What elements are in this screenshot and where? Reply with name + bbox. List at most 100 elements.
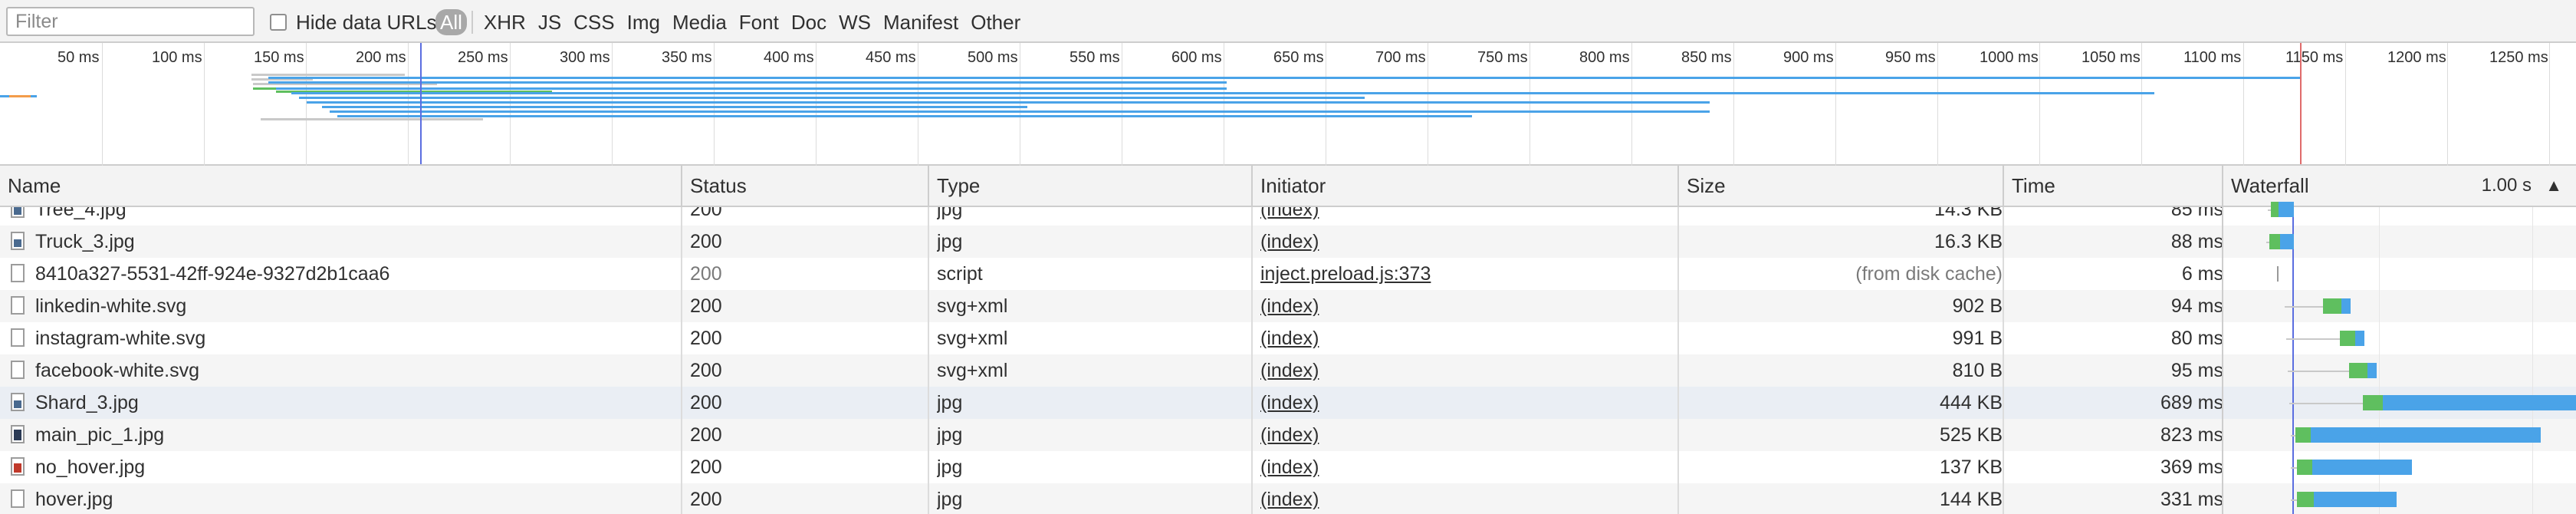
request-name-text: no_hover.jpg — [35, 456, 146, 478]
request-initiator-text[interactable]: (index) — [1260, 424, 1319, 446]
request-type: svg+xml — [937, 322, 1259, 354]
waterfall-timing-bar — [2271, 202, 2279, 217]
request-initiator[interactable]: inject.preload.js:373 — [1260, 258, 1685, 290]
table-row[interactable]: Truck_3.jpg 200 jpg (index) 16.3 KB 88 ms — [0, 226, 2576, 258]
overview-request-bar — [268, 81, 1227, 84]
request-initiator-text[interactable]: (index) — [1260, 207, 1319, 220]
overview-gridline — [612, 43, 613, 166]
column-header-size[interactable]: Size — [1679, 166, 2004, 206]
request-size-text: 137 KB — [1939, 456, 2003, 478]
type-filter-font[interactable]: Font — [733, 9, 785, 35]
column-header-initiator[interactable]: Initiator — [1253, 166, 1679, 206]
file-icon — [11, 264, 25, 282]
request-initiator-text[interactable]: (index) — [1260, 360, 1319, 381]
waterfall-timing-bar — [2269, 234, 2280, 249]
request-initiator-text[interactable]: (index) — [1260, 489, 1319, 510]
request-time-text: 369 ms — [2160, 456, 2223, 478]
request-initiator[interactable]: (index) — [1260, 322, 1685, 354]
overview-gridline — [2039, 43, 2040, 166]
request-status: 200 — [690, 226, 935, 258]
request-initiator[interactable]: (index) — [1260, 354, 1685, 387]
request-initiator[interactable]: (index) — [1260, 419, 1685, 451]
type-filter-xhr[interactable]: XHR — [478, 9, 532, 35]
request-initiator[interactable]: (index) — [1260, 387, 1685, 419]
overview-event-marker — [2300, 43, 2302, 164]
request-initiator[interactable]: (index) — [1260, 226, 1685, 258]
request-initiator[interactable]: (index) — [1260, 207, 1685, 226]
request-initiator[interactable]: (index) — [1260, 290, 1685, 322]
request-type-text: jpg — [937, 424, 963, 446]
request-size: 991 B — [1687, 322, 2010, 354]
overview-tick-label: 700 ms — [1375, 49, 1426, 66]
file-icon — [11, 361, 25, 379]
type-filter-other[interactable]: Other — [964, 9, 1027, 35]
table-row[interactable]: instagram-white.svg 200 svg+xml (index) 991 … — [0, 322, 2576, 354]
request-type: svg+xml — [937, 354, 1259, 387]
waterfall-timing-bar — [2311, 427, 2541, 443]
overview-tick-label: 950 ms — [1885, 49, 1936, 66]
request-time: 94 ms — [2012, 290, 2231, 322]
request-type-text: svg+xml — [937, 328, 1008, 349]
waterfall-timing-bar — [2280, 234, 2294, 249]
request-initiator[interactable]: (index) — [1260, 451, 1685, 483]
type-filter-img[interactable]: Img — [621, 9, 666, 35]
request-initiator-text[interactable]: (index) — [1260, 392, 1319, 414]
column-header-time[interactable]: Time — [2004, 166, 2223, 206]
request-initiator-text[interactable]: (index) — [1260, 231, 1319, 252]
table-row[interactable]: linkedin-white.svg 200 svg+xml (index) 902 B… — [0, 290, 2576, 322]
type-filter-all[interactable]: All — [435, 9, 467, 35]
filter-input[interactable] — [6, 7, 255, 36]
image-thumbnail-icon — [11, 393, 25, 411]
image-thumbnail-icon — [11, 457, 25, 476]
request-type: jpg — [937, 419, 1259, 451]
table-row[interactable]: main_pic_1.jpg 200 jpg (index) 525 KB 823 ms — [0, 419, 2576, 451]
type-filter-css[interactable]: CSS — [567, 9, 620, 35]
request-size: 14.3 KB — [1687, 207, 2010, 226]
network-overview-timeline[interactable]: 50 ms 100 ms 150 ms 200 ms 250 ms 300 ms 350 m… — [0, 43, 2576, 166]
request-initiator-text[interactable]: (index) — [1260, 456, 1319, 478]
type-filter-manifest[interactable]: Manifest — [877, 9, 964, 35]
request-size: 525 KB — [1687, 419, 2010, 451]
request-status-text: 200 — [690, 295, 722, 317]
waterfall-timing-bar — [2341, 298, 2351, 314]
column-header-type[interactable]: Type — [929, 166, 1253, 206]
request-type-text: jpg — [937, 489, 963, 510]
image-thumbnail-icon — [11, 207, 25, 218]
column-divider — [928, 207, 929, 514]
table-row[interactable]: Shard_3.jpg 200 jpg (index) 444 KB 689 ms — [0, 387, 2576, 419]
table-row[interactable]: Tree_4.jpg 200 jpg (index) 14.3 KB 85 ms — [0, 207, 2576, 226]
request-time-text: 95 ms — [2170, 360, 2223, 381]
table-row[interactable]: hover.jpg 200 jpg (index) 144 KB 331 ms — [0, 483, 2576, 514]
column-header-name[interactable]: Name — [0, 166, 682, 206]
waterfall-timing-bar — [2363, 395, 2383, 410]
table-row[interactable]: no_hover.jpg 200 jpg (index) 137 KB 369 ms — [0, 451, 2576, 483]
overview-request-bar — [307, 101, 1710, 104]
request-initiator-text[interactable]: (index) — [1260, 328, 1319, 349]
request-time: 823 ms — [2012, 419, 2231, 451]
request-initiator[interactable]: (index) — [1260, 483, 1685, 514]
table-row[interactable]: facebook-white.svg 200 svg+xml (index) 810 B… — [0, 354, 2576, 387]
request-size: 444 KB — [1687, 387, 2010, 419]
request-type-text: jpg — [937, 392, 963, 414]
column-header-status[interactable]: Status — [682, 166, 929, 206]
overview-tick-label: 1000 ms — [1980, 49, 2039, 66]
overview-gridline — [510, 43, 511, 166]
request-type: svg+xml — [937, 290, 1259, 322]
overview-event-marker — [420, 43, 422, 164]
hide-data-urls-toggle[interactable]: Hide data URLs — [270, 11, 437, 34]
overview-gridline — [2447, 43, 2448, 166]
type-filter-js[interactable]: JS — [532, 9, 567, 35]
request-initiator-text[interactable]: (index) — [1260, 295, 1319, 317]
request-type: jpg — [937, 483, 1259, 514]
request-status-text: 200 — [690, 489, 722, 510]
waterfall-timing-bar — [2291, 492, 2297, 501]
table-row[interactable]: 8410a327-5531-42ff-924e-9327d2b1caa6 200 s… — [0, 258, 2576, 290]
hide-data-urls-checkbox[interactable] — [270, 14, 287, 31]
request-initiator-text[interactable]: inject.preload.js:373 — [1260, 263, 1431, 285]
type-filter-media[interactable]: Media — [666, 9, 733, 35]
overview-gridline — [2549, 43, 2550, 166]
waterfall-timing-bar — [2340, 331, 2355, 346]
type-filter-ws[interactable]: WS — [833, 9, 877, 35]
request-status-text: 200 — [690, 424, 722, 446]
type-filter-doc[interactable]: Doc — [785, 9, 833, 35]
